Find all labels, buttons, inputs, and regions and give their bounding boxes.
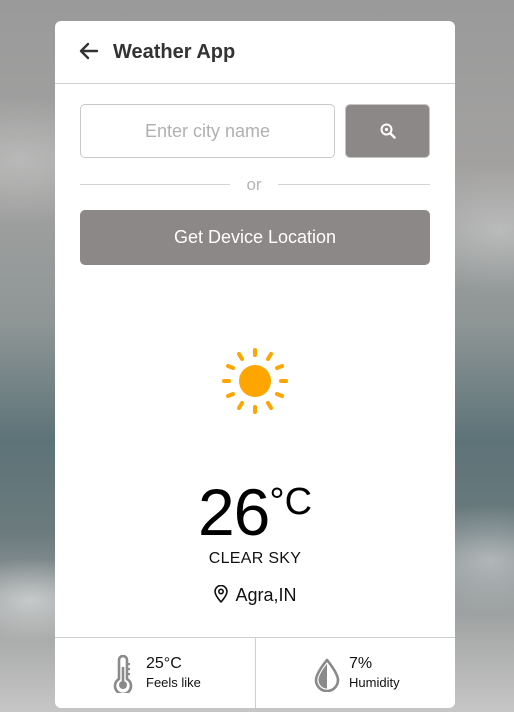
location-display: Agra,IN: [55, 584, 455, 606]
search-icon: [380, 123, 396, 139]
get-device-location-button[interactable]: Get Device Location: [80, 210, 430, 265]
arrow-left-icon[interactable]: [79, 41, 99, 61]
details-footer: 25°C Feels like 7% Humidity: [55, 637, 455, 708]
feels-like-label: Feels like: [146, 675, 201, 690]
divider-or-text: or: [246, 175, 262, 194]
location-name: Agra,IN: [235, 585, 297, 605]
weather-card: Weather App or Get Device Location: [55, 21, 455, 708]
humidity-value: 7%: [349, 655, 373, 672]
feels-like-value: 25°C: [146, 655, 182, 672]
thermometer-icon: [111, 654, 135, 696]
humidity-label: Humidity: [349, 675, 400, 690]
divider-line-left: [80, 184, 230, 185]
sun-icon: [220, 346, 290, 416]
feels-like-panel: 25°C Feels like: [55, 638, 255, 708]
temperature-unit: °C: [269, 481, 313, 523]
temperature-display: 26°C: [55, 479, 455, 545]
page-title: Weather App: [113, 41, 236, 63]
header: Weather App: [55, 21, 455, 84]
search-button[interactable]: [345, 104, 430, 158]
temperature-value: 26: [197, 475, 270, 549]
water-drop-icon: [313, 658, 341, 693]
humidity-panel: 7% Humidity: [255, 638, 455, 708]
city-search-input[interactable]: [80, 104, 335, 158]
weather-condition: CLEAR SKY: [208, 550, 302, 567]
map-pin-icon: [213, 584, 229, 603]
app-background: { "header": { "title": "Weather App", "b…: [0, 0, 514, 712]
divider-line-right: [278, 184, 430, 185]
